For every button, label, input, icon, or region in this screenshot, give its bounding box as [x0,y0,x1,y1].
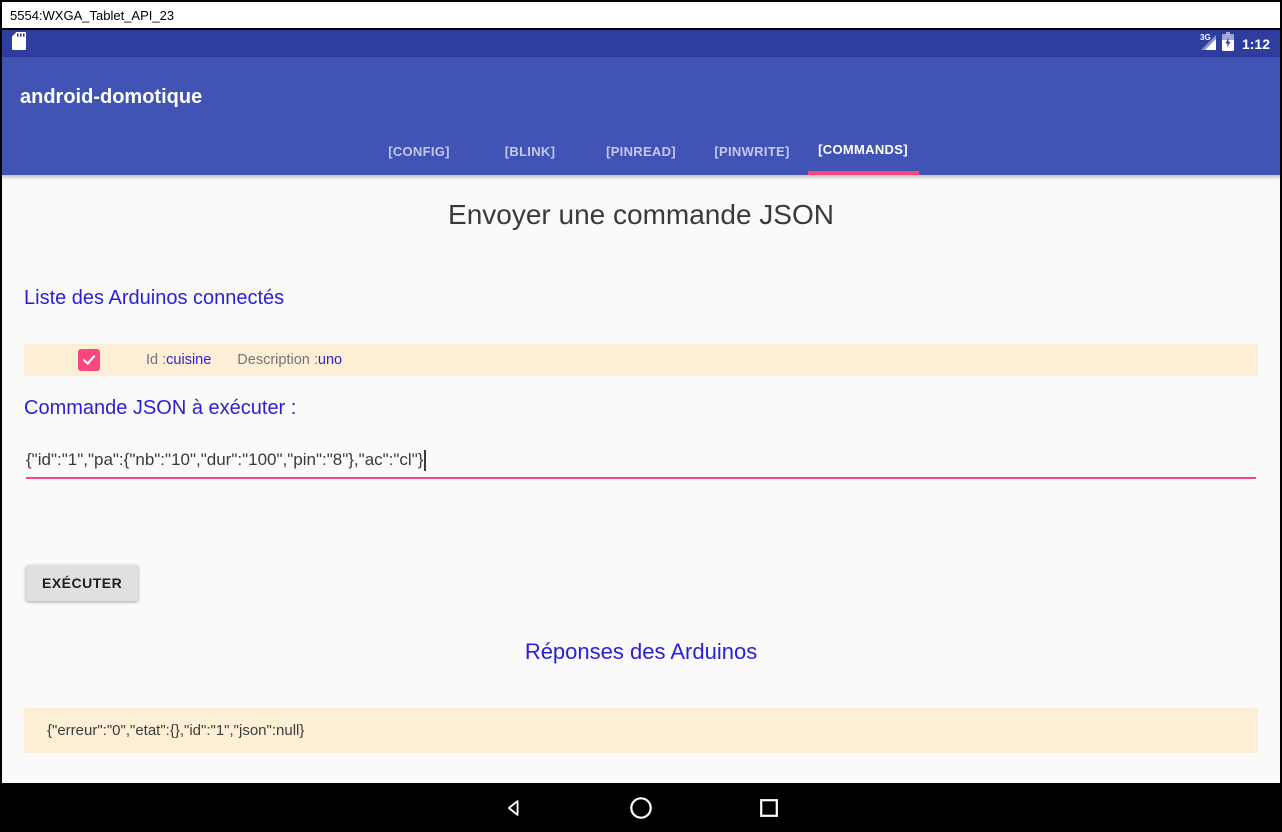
tab-commands[interactable]: [COMMANDS] [808,127,919,175]
home-icon [629,795,653,821]
page-content: Envoyer une commande JSON Liste des Ardu… [0,175,1282,783]
tab-pinwrite[interactable]: [PINWRITE] [697,127,808,175]
tab-pinread[interactable]: [PINREAD] [586,127,697,175]
command-heading: Commande JSON à exécuter : [24,397,296,420]
checkmark-icon [81,352,97,368]
recents-icon [758,797,780,819]
window-titlebar[interactable]: 5554:WXGA_Tablet_API_23 [0,0,1282,30]
tab-bar: [CONFIG] [BLINK] [PINREAD] [PINWRITE] [C… [2,127,1280,175]
page-title: Envoyer une commande JSON [2,199,1280,231]
home-button[interactable] [629,796,653,820]
app-bar: android-domotique [CONFIG] [BLINK] [PINR… [0,57,1282,175]
back-icon [502,797,524,819]
response-json-text: {"erreur":"0","etat":{},"id":"1","json":… [47,722,304,739]
battery-charging-icon [1222,32,1234,56]
tab-blink[interactable]: [BLINK] [475,127,586,175]
arduino-row: Id : cuisine Description : uno [24,344,1258,376]
tab-config[interactable]: [CONFIG] [364,127,475,175]
svg-text:3G: 3G [1200,33,1211,42]
arduino-description-label: Description : [237,352,318,368]
back-button[interactable] [501,796,525,820]
emulator-window: 5554:WXGA_Tablet_API_23 3G [0,0,1282,832]
execute-button[interactable]: EXÉCUTER [26,565,138,601]
status-bar-right: 3G 1:12 [1197,32,1270,56]
arduino-id-label: Id : [146,352,166,368]
window-title: 5554:WXGA_Tablet_API_23 [10,8,174,23]
app-title: android-domotique [2,57,1280,109]
arduino-description-value: uno [318,352,342,368]
android-nav-bar [0,783,1282,832]
arduino-id-value: cuisine [166,352,211,368]
response-row: {"erreur":"0","etat":{},"id":"1","json":… [24,708,1258,753]
sdcard-icon [12,32,26,55]
command-json-input[interactable]: {"id":"1","pa":{"nb":"10","dur":"100","p… [26,443,1256,479]
clock-time: 1:12 [1242,36,1270,52]
text-caret [424,450,426,471]
status-bar: 3G 1:12 [0,30,1282,57]
recents-button[interactable] [757,796,781,820]
signal-3g-icon: 3G [1197,32,1217,56]
command-json-value: {"id":"1","pa":{"nb":"10","dur":"100","p… [26,450,423,470]
arduino-checkbox[interactable] [78,349,100,371]
arduino-list-heading: Liste des Arduinos connectés [24,287,284,310]
responses-heading: Réponses des Arduinos [2,639,1280,665]
